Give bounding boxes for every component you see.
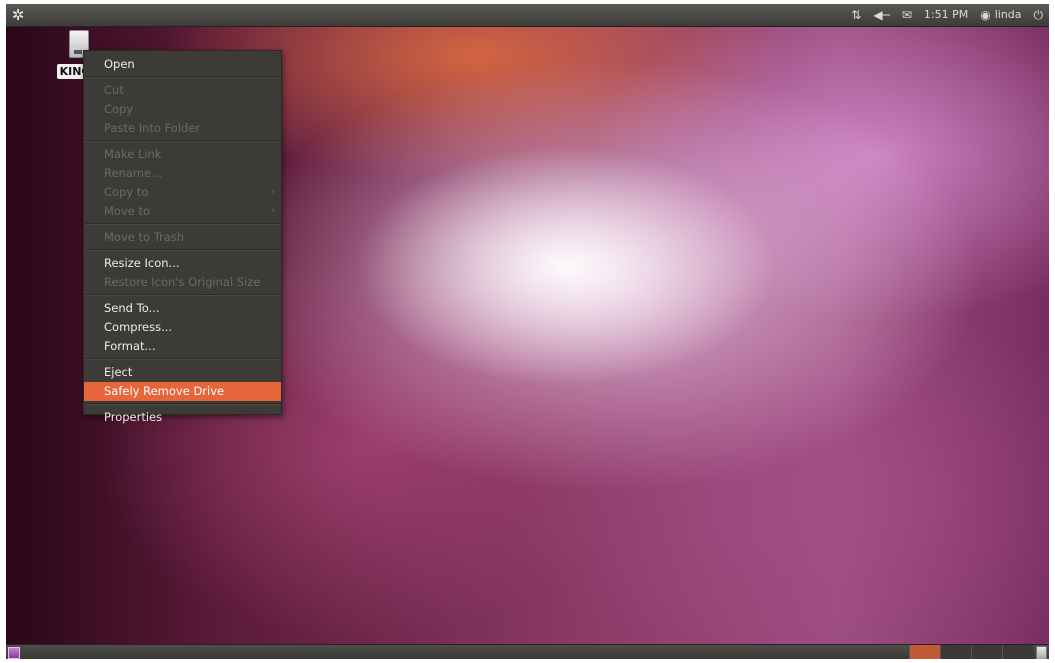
workspace-3[interactable] <box>971 645 1002 659</box>
menu-item-label: Paste Into Folder <box>104 121 201 135</box>
menu-separator <box>85 358 280 360</box>
user-name: linda <box>994 8 1022 21</box>
submenu-arrow-icon: › <box>271 187 275 197</box>
menu-item-compress[interactable]: Compress... <box>84 318 281 337</box>
menu-item-label: Send To... <box>104 301 160 315</box>
context-menu: Open Cut Copy Paste Into Folder Make Lin… <box>83 50 282 424</box>
menu-separator <box>85 223 280 225</box>
clock[interactable]: 1:51 PM <box>924 4 968 26</box>
menu-item-label: Resize Icon... <box>104 256 180 270</box>
menu-item-resize-icon[interactable]: Resize Icon... <box>84 254 281 273</box>
menu-item-send-to[interactable]: Send To... <box>84 299 281 318</box>
menu-item-label: Restore Icon's Original Size <box>104 275 261 289</box>
menu-item-label: Make Link <box>104 147 162 161</box>
menu-item-label: Cut <box>104 83 124 97</box>
menu-item-open[interactable]: Open <box>84 55 281 74</box>
workspace-2[interactable] <box>940 645 971 659</box>
menu-item-cut[interactable]: Cut <box>84 81 281 100</box>
menu-item-label: Copy <box>104 102 134 116</box>
menu-item-copy[interactable]: Copy <box>84 100 281 119</box>
menu-item-label: Move to <box>104 204 151 218</box>
workspace-1[interactable] <box>909 645 940 659</box>
trash-icon[interactable] <box>1036 646 1047 659</box>
submenu-arrow-icon: › <box>271 206 275 216</box>
menu-item-properties[interactable]: Properties <box>84 408 281 427</box>
menu-item-label: Compress... <box>104 320 173 334</box>
mail-envelope-icon[interactable]: ✉ <box>902 4 912 26</box>
workspace-4[interactable] <box>1002 645 1033 659</box>
menu-item-safely-remove-drive[interactable]: Safely Remove Drive <box>84 382 281 401</box>
menu-item-restore-icon-size[interactable]: Restore Icon's Original Size <box>84 273 281 292</box>
user-menu[interactable]: ◉ linda <box>980 4 1021 26</box>
menu-item-make-link[interactable]: Make Link <box>84 145 281 164</box>
menu-separator <box>85 140 280 142</box>
menu-item-format[interactable]: Format... <box>84 337 281 356</box>
menu-item-label: Safely Remove Drive <box>104 384 225 398</box>
menu-separator <box>85 403 280 405</box>
show-desktop-icon[interactable] <box>8 647 20 659</box>
bottom-panel <box>6 644 1049 659</box>
power-icon[interactable]: ⏻ <box>1034 4 1044 26</box>
ubuntu-logo-icon[interactable]: ✲ <box>10 7 26 23</box>
menu-item-rename[interactable]: Rename... <box>84 164 281 183</box>
network-arrows-icon[interactable]: ⇅ <box>851 4 861 26</box>
menu-item-eject[interactable]: Eject <box>84 363 281 382</box>
menu-item-paste-into-folder[interactable]: Paste Into Folder <box>84 119 281 138</box>
menu-item-label: Properties <box>104 410 163 424</box>
indicator-area: ⇅ ◀─ ✉ 1:51 PM ◉ linda ⏻ <box>851 4 1049 26</box>
volume-icon[interactable]: ◀─ <box>873 4 889 26</box>
menu-separator <box>85 76 280 78</box>
desktop-screen: ✲ ⇅ ◀─ ✉ 1:51 PM ◉ linda ⏻ KINGS Open Cu… <box>6 4 1049 659</box>
menu-item-move-to[interactable]: Move to › <box>84 202 281 221</box>
menu-item-label: Rename... <box>104 166 163 180</box>
menu-item-label: Format... <box>104 339 156 353</box>
menu-item-label: Copy to <box>104 185 149 199</box>
menu-separator <box>85 294 280 296</box>
menu-item-label: Move to Trash <box>104 230 185 244</box>
menu-item-label: Open <box>104 57 135 71</box>
menu-separator <box>85 249 280 251</box>
user-status-icon: ◉ <box>980 8 991 22</box>
menu-item-label: Eject <box>104 365 133 379</box>
workspace-switcher <box>909 645 1033 659</box>
menu-item-move-to-trash[interactable]: Move to Trash <box>84 228 281 247</box>
top-panel: ✲ ⇅ ◀─ ✉ 1:51 PM ◉ linda ⏻ <box>6 4 1049 27</box>
menu-item-copy-to[interactable]: Copy to › <box>84 183 281 202</box>
